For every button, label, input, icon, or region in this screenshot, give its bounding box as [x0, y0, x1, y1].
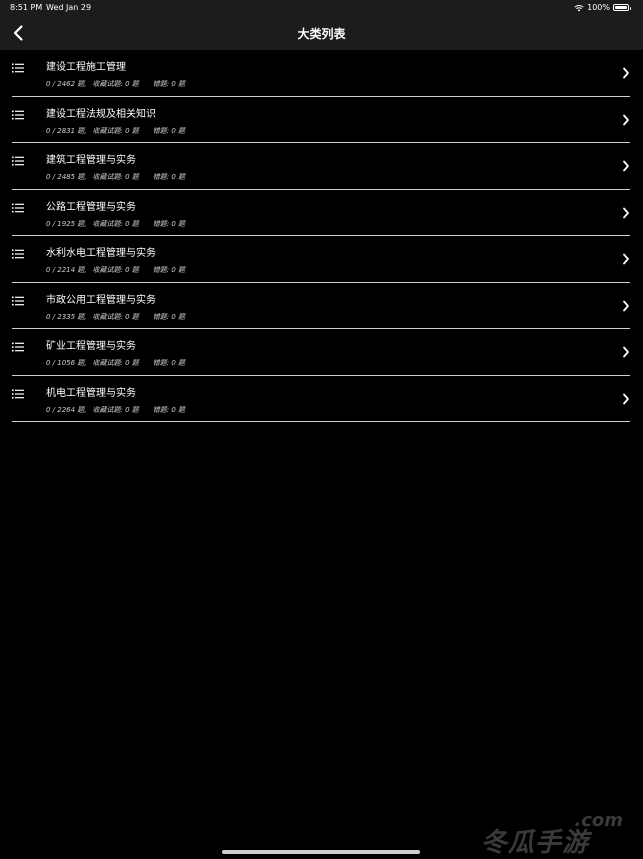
watermark-logo: .com 冬瓜手游	[481, 810, 631, 858]
errors-count: 错题: 0 题	[152, 173, 186, 181]
list-bullets-icon	[12, 249, 24, 259]
list-item-title: 市政公用工程管理与实务	[46, 294, 156, 306]
question-progress: 0 / 2831 题,	[46, 126, 87, 135]
errors-count: 错题: 0 题	[152, 219, 186, 228]
favorites-count: 收藏试题: 0 题	[92, 266, 139, 274]
list-item-title: 建筑工程管理与实务	[46, 155, 136, 166]
list-item[interactable]: 建设工程施工管理 0 / 2462 题, 收藏试题: 0 题 错题: 0 题	[12, 50, 630, 97]
list-item-stats: 0 / 2485 题, 收藏试题: 0 题 错题: 0 题	[46, 172, 185, 182]
errors-count: 错题: 0 题	[152, 359, 186, 367]
list-item-stats: 0 / 2335 题, 收藏试题: 0 题 错题: 0 题	[46, 312, 185, 322]
list-bullets-icon	[12, 342, 24, 352]
page-title: 大类列表	[297, 27, 346, 41]
question-progress: 0 / 2264 题,	[46, 405, 87, 414]
list-bullets-icon	[12, 63, 24, 73]
errors-count: 错题: 0 题	[152, 405, 186, 414]
question-progress: 0 / 1925 题,	[46, 219, 87, 228]
list-item[interactable]: 机电工程管理与实务 0 / 2264 题, 收藏试题: 0 题 错题: 0 题	[12, 376, 630, 422]
errors-count: 错题: 0 题	[152, 266, 186, 274]
list-item-title: 建设工程施工管理	[46, 62, 126, 73]
favorites-count: 收藏试题: 0 题	[92, 405, 139, 414]
list-item-stats: 0 / 2831 题, 收藏试题: 0 题 错题: 0 题	[46, 126, 185, 136]
list-bullets-icon	[12, 203, 24, 212]
status-right: 100%	[574, 3, 631, 12]
status-bar: 8:51 PM Wed Jan 29 100%	[0, 0, 643, 16]
list-bullets-icon	[12, 389, 24, 398]
favorites-count: 收藏试题: 0 题	[92, 126, 139, 135]
list-item[interactable]: 市政公用工程管理与实务 0 / 2335 题, 收藏试题: 0 题 错题: 0 题	[12, 283, 630, 329]
chevron-right-icon	[623, 300, 629, 311]
battery-percent: 100%	[587, 3, 610, 12]
list-item-title: 建设工程法规及相关知识	[46, 108, 156, 120]
chevron-right-icon	[623, 207, 629, 218]
question-progress: 0 / 1056 题,	[46, 359, 87, 367]
question-progress: 0 / 2485 题,	[46, 173, 87, 181]
chevron-right-icon	[623, 114, 629, 125]
list-item-stats: 0 / 2462 题, 收藏试题: 0 题 错题: 0 题	[46, 79, 185, 89]
favorites-count: 收藏试题: 0 题	[92, 359, 139, 367]
home-indicator[interactable]	[222, 850, 420, 854]
watermark-brand: 冬瓜手游	[481, 828, 590, 858]
list-item-stats: 0 / 2214 题, 收藏试题: 0 题 错题: 0 题	[46, 265, 185, 275]
list-bullets-icon	[12, 110, 24, 119]
chevron-right-icon	[623, 160, 629, 172]
list-item-title: 公路工程管理与实务	[46, 201, 136, 213]
navigation-bar: 大类列表	[0, 16, 643, 50]
list-item[interactable]: 公路工程管理与实务 0 / 1925 题, 收藏试题: 0 题 错题: 0 题	[12, 190, 630, 236]
question-progress: 0 / 2214 题,	[46, 266, 87, 274]
category-list: 建设工程施工管理 0 / 2462 题, 收藏试题: 0 题错题: 0 题建设工程法…	[0, 50, 643, 422]
favorites-count: 收藏试题: 0 题	[92, 80, 139, 88]
list-bullets-icon	[12, 296, 24, 305]
question-progress: 0 / 2462 题,	[46, 80, 87, 88]
errors-count: 错题: 0 题	[152, 312, 186, 321]
list-item[interactable]: 建设工程法规及相关知识 0 / 2831 题, 收藏试题: 0 题 错题: 0 题	[12, 97, 630, 143]
status-date: Wed Jan 29	[46, 3, 92, 12]
list-item-stats: 0 / 2264 题, 收藏试题: 0 题 错题: 0 题	[46, 405, 185, 415]
chevron-right-icon	[623, 346, 629, 358]
chevron-right-icon	[623, 393, 629, 404]
errors-count: 错题: 0 题	[152, 80, 186, 88]
favorites-count: 收藏试题: 0 题	[92, 312, 139, 321]
battery-icon	[613, 4, 631, 11]
list-item-title: 矿业工程管理与实务	[46, 341, 136, 352]
wifi-icon	[574, 4, 584, 11]
list-bullets-icon	[12, 156, 24, 166]
chevron-right-icon	[623, 67, 629, 79]
list-item-stats: 0 / 1925 题, 收藏试题: 0 题 错题: 0 题	[46, 219, 185, 229]
list-item-title: 机电工程管理与实务	[46, 387, 136, 399]
watermark-domain: .com	[574, 810, 623, 831]
list-item[interactable]: 水利水电工程管理与实务 0 / 2214 题, 收藏试题: 0 题 错题: 0 题	[12, 236, 630, 283]
chevron-right-icon	[623, 253, 629, 265]
list-item[interactable]: 矿业工程管理与实务 0 / 1056 题, 收藏试题: 0 题 错题: 0 题	[12, 329, 630, 376]
list-item[interactable]: 建筑工程管理与实务 0 / 2485 题, 收藏试题: 0 题 错题: 0 题	[12, 143, 630, 190]
list-item-stats: 0 / 1056 题, 收藏试题: 0 题 错题: 0 题	[46, 358, 185, 368]
status-time: 8:51 PM	[10, 3, 43, 12]
favorites-count: 收藏试题: 0 题	[92, 219, 139, 228]
favorites-count: 收藏试题: 0 题	[92, 173, 139, 181]
question-progress: 0 / 2335 题,	[46, 312, 87, 321]
list-item-title: 水利水电工程管理与实务	[46, 248, 156, 259]
errors-count: 错题: 0 题	[152, 126, 186, 135]
